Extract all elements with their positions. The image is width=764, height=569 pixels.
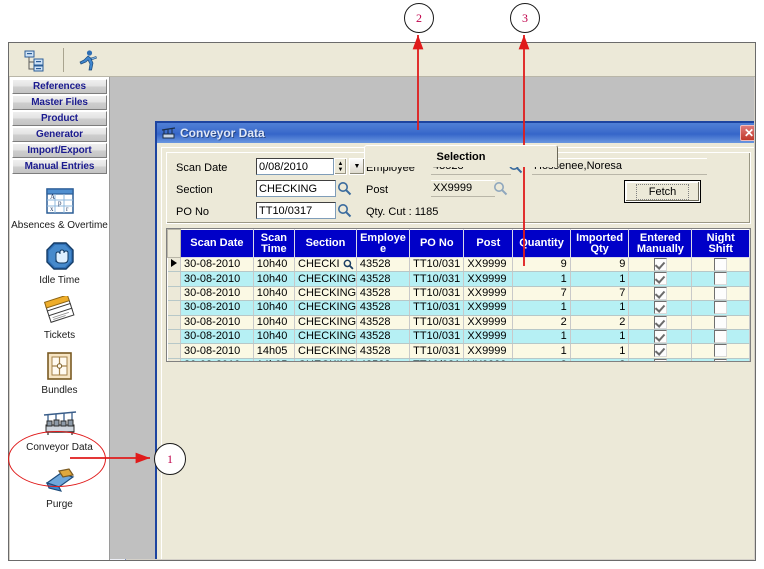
annotation-overlay <box>0 0 764 569</box>
annotation-ellipse-conveyor-data <box>8 431 106 487</box>
tab-selection[interactable]: Selection <box>364 145 558 167</box>
annotation-marker-1-label: 1 <box>167 452 173 467</box>
annotation-marker-1: 1 <box>154 443 186 475</box>
tab-label: Selection <box>437 151 486 163</box>
